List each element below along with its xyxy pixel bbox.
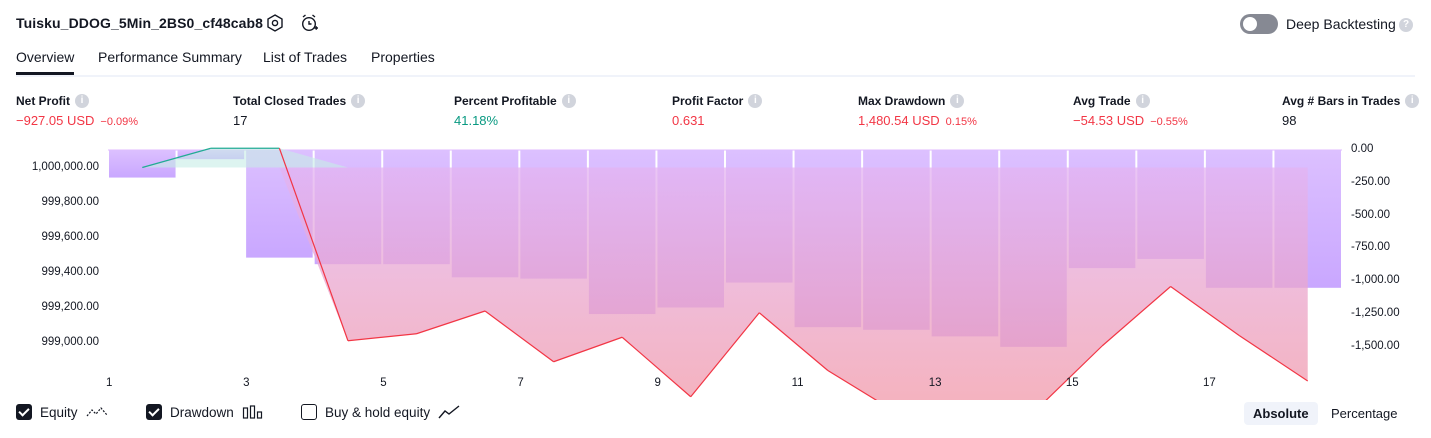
- info-icon[interactable]: i: [351, 94, 366, 108]
- legend-drawdown[interactable]: Drawdown: [146, 404, 264, 420]
- x-axis-tick-label: 13: [928, 377, 942, 389]
- x-axis-tick-label: 15: [1065, 377, 1079, 389]
- metric-total-closed-trades-label: Total Closed Trades i: [233, 94, 366, 108]
- info-icon[interactable]: i: [75, 94, 89, 108]
- drawdown-bars-icon: [242, 405, 262, 419]
- equity-loss-fill: [142, 167, 1308, 400]
- left-axis-tick-label: 999,800.00: [41, 195, 99, 208]
- metric-avg-bars-value: 98: [1282, 113, 1297, 128]
- right-axis-tick-label: -1,500.00: [1351, 339, 1400, 352]
- info-icon[interactable]: i: [1405, 94, 1420, 108]
- tab-bar: Overview Performance Summary List of Tra…: [16, 47, 1415, 77]
- toggle-knob: [1243, 17, 1257, 31]
- equity-line-icon: [86, 407, 107, 417]
- legend-buy-hold[interactable]: Buy & hold equity: [301, 404, 460, 420]
- left-axis-tick-label: 1,000,000.00: [31, 160, 99, 173]
- info-icon[interactable]: i: [950, 94, 965, 108]
- metric-max-drawdown-label: Max Drawdown i: [858, 94, 965, 108]
- buy-hold-line-icon: [438, 405, 460, 419]
- x-axis-tick-label: 9: [654, 377, 661, 389]
- legend-equity[interactable]: Equity: [16, 404, 108, 420]
- metric-avg-trade-label: Avg Trade i: [1073, 94, 1150, 108]
- right-axis-tick-label: -1,000.00: [1351, 274, 1400, 287]
- buy-hold-checkbox[interactable]: [301, 404, 317, 420]
- right-axis-tick-label: 0.00: [1351, 143, 1374, 155]
- left-axis-tick-label: 999,000.00: [41, 335, 99, 348]
- absolute-mode-button[interactable]: Absolute: [1244, 402, 1318, 425]
- help-icon[interactable]: ?: [1399, 18, 1413, 32]
- metric-max-drawdown-value: 1,480.54 USD 0.15%: [858, 113, 977, 128]
- tab-overview[interactable]: Overview: [16, 49, 75, 75]
- metric-percent-profitable-label: Percent Profitable i: [454, 94, 576, 108]
- tab-properties[interactable]: Properties: [371, 49, 435, 65]
- metric-net-profit-value: −927.05 USD −0.09%: [16, 113, 139, 128]
- equity-drawdown-chart: [108, 147, 1342, 400]
- metric-avg-bars-label: Avg # Bars in Trades i: [1282, 94, 1420, 108]
- tab-performance-summary[interactable]: Performance Summary: [98, 49, 242, 65]
- x-axis-tick-label: 11: [791, 377, 804, 389]
- right-axis-tick-label: -500.00: [1351, 208, 1391, 221]
- info-icon[interactable]: i: [561, 94, 576, 108]
- left-axis-tick-label: 999,400.00: [41, 265, 99, 278]
- equity-checkbox[interactable]: [16, 404, 32, 420]
- drawdown-checkbox[interactable]: [146, 404, 162, 420]
- deep-backtesting-toggle[interactable]: [1240, 14, 1278, 34]
- metric-profit-factor-value: 0.631: [672, 113, 705, 128]
- right-axis-tick-label: -1,250.00: [1351, 307, 1400, 320]
- info-icon[interactable]: i: [1135, 94, 1150, 108]
- metric-avg-trade-value: −54.53 USD −0.55%: [1073, 113, 1188, 128]
- hexagon-gear-icon[interactable]: [265, 13, 285, 33]
- metric-net-profit-label: Net Profit i: [16, 94, 89, 108]
- x-axis-tick-label: 7: [517, 377, 524, 389]
- metric-total-closed-trades-value: 17: [233, 113, 248, 128]
- legend-equity-label: Equity: [40, 404, 78, 420]
- metric-profit-factor-label: Profit Factor i: [672, 94, 763, 108]
- x-axis-tick-label: 3: [243, 377, 250, 389]
- metric-percent-profitable-value: 41.18%: [454, 113, 499, 128]
- right-axis-tick-label: -750.00: [1351, 241, 1391, 254]
- x-axis-tick-label: 17: [1202, 377, 1216, 389]
- left-axis-tick-label: 999,600.00: [41, 230, 99, 243]
- tab-list-of-trades[interactable]: List of Trades: [263, 49, 347, 65]
- percentage-mode-button[interactable]: Percentage: [1322, 402, 1407, 425]
- legend-buy-hold-label: Buy & hold equity: [325, 404, 431, 420]
- legend-drawdown-label: Drawdown: [170, 404, 234, 420]
- alarm-clock-plus-icon[interactable]: [299, 13, 319, 33]
- x-axis-tick-label: 5: [380, 377, 387, 389]
- right-axis-tick-label: -250.00: [1351, 175, 1391, 188]
- info-icon[interactable]: i: [748, 94, 763, 108]
- strategy-title: Tuisku_DDOG_5Min_2BS0_cf48cab8: [16, 15, 264, 31]
- deep-backtesting-label: Deep Backtesting: [1286, 16, 1396, 32]
- left-axis-tick-label: 999,200.00: [41, 300, 99, 313]
- x-axis-tick-label: 1: [106, 377, 113, 389]
